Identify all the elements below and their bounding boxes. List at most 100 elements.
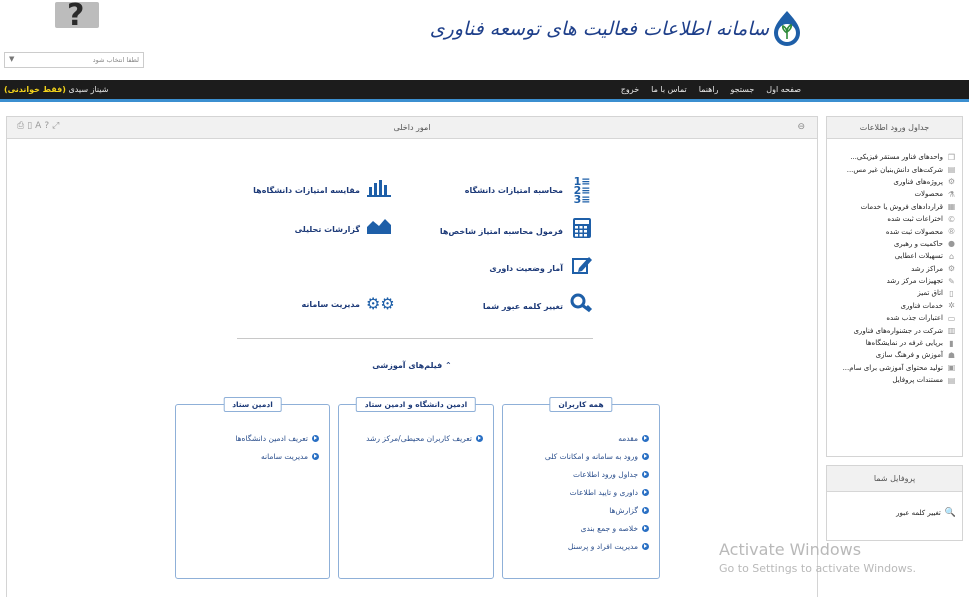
play-icon <box>642 434 649 442</box>
play-icon <box>642 488 649 496</box>
sidebar-item[interactable]: ❒ واحدهای فناور مستقر فیزیکی... <box>827 151 956 163</box>
help-icon[interactable]: ? <box>55 0 99 33</box>
sidebar-item[interactable]: ▦ قراردادهای فروش یا خدمات <box>827 201 956 213</box>
cube-icon: ❒ <box>947 152 956 162</box>
users-icon: ☗ <box>947 350 956 360</box>
edit-icon <box>569 255 595 281</box>
bank-icon: ⌂ <box>948 251 955 261</box>
sidebar-item[interactable]: ⚙ مراکز رشد <box>827 263 956 275</box>
sidebar-item[interactable]: ▣ تولید محتوای آموزشی برای سام... <box>827 362 956 374</box>
video-link[interactable]: خلاصه و جمع بندی <box>545 519 649 537</box>
book-icon: ▮ <box>949 338 954 348</box>
collapse-icon[interactable]: ⊖ <box>797 122 805 132</box>
group-title: ادمین دانشگاه و ادمین ستاد <box>355 397 477 412</box>
flask-icon: ⚗ <box>947 189 956 199</box>
sidebar-item[interactable]: ⌂ تسهیلات اعطایی <box>827 250 956 262</box>
print-icon[interactable]: ⎙ <box>17 121 27 131</box>
video-link[interactable]: جداول ورود اطلاعات <box>545 465 649 483</box>
review-stats-item[interactable]: آمار وضعیت داوری <box>489 255 595 281</box>
sidebar-item[interactable]: ✲ خدمات فناوری <box>827 300 956 312</box>
videos-heading[interactable]: ⌃ فیلم‌های آموزشی <box>337 361 487 370</box>
sidebar-item[interactable]: ▮ برپایی غرفه در نمایشگاه‌ها <box>827 337 956 349</box>
contract-icon: ▦ <box>947 202 956 212</box>
group-uni-admin: ادمین دانشگاه و ادمین ستاد تعریف کاربران… <box>338 397 494 579</box>
sidebar-item-label: مراکز رشد <box>911 264 943 273</box>
video-link[interactable]: تعریف ادمین دانشگاه‌ها <box>235 429 319 447</box>
nav-help[interactable]: راهنما <box>699 85 719 94</box>
gear-icon: ⚙ <box>947 177 956 187</box>
profile-panel: پروفایل شما 🔍 تغییر کلمه عبور <box>826 465 963 541</box>
nav-logout[interactable]: خروج <box>621 85 639 94</box>
sidebar-item[interactable]: ● حاکمیت و رهبری <box>827 238 956 250</box>
compare-scores-item[interactable]: مقایسه امتیازات دانشگاه‌ها <box>253 177 392 203</box>
sidebar-item[interactable]: ✎ تجهیزات مرکز رشد <box>827 275 956 287</box>
question-mark-glyph: ? <box>67 0 85 33</box>
sidebar-item-label: تولید محتوای آموزشی برای سام... <box>842 363 943 372</box>
change-password-link[interactable]: 🔍 تغییر کلمه عبور <box>827 492 962 518</box>
bar-chart-icon <box>366 177 392 203</box>
select-dropdown[interactable]: ▼ لطفا انتخاب شود <box>4 52 144 68</box>
sidebar-item[interactable]: ▭ اعتبارات جذب شده <box>827 312 956 324</box>
play-icon <box>312 452 319 460</box>
help-circle-icon[interactable]: ? <box>44 121 52 131</box>
video-links: تعریف ادمین دانشگاه‌ها مدیریت سامانه <box>235 429 319 465</box>
sidebar-item-label: اختراعات ثبت شده <box>887 215 943 224</box>
video-link[interactable]: ورود به سامانه و امکانات کلی <box>545 447 649 465</box>
reports-label: گزارشات تحلیلی <box>294 224 360 234</box>
link-label: مدیریت افراد و پرسنل <box>567 541 638 551</box>
link-label: تعریف ادمین دانشگاه‌ها <box>235 433 308 443</box>
chevron-down-icon: ▼ <box>9 55 15 63</box>
key-icon <box>569 293 595 319</box>
group-hq-admin: ادمین ستاد تعریف ادمین دانشگاه‌ها مدیریت… <box>175 397 330 579</box>
video-links: تعریف کاربران محیطی/مرکز رشد <box>366 429 483 447</box>
nav-search[interactable]: جستجو <box>730 85 754 94</box>
document-icon: ▤ <box>947 165 956 175</box>
sidebar-list: ❒ واحدهای فناور مستقر فیزیکی... ▤ شرکت‌های … <box>827 139 962 386</box>
film-icon: ▣ <box>947 363 956 373</box>
videos-title: فیلم‌های آموزشی <box>372 361 443 370</box>
system-admin-label: مدیریت سامانه <box>301 299 361 309</box>
expand-icon[interactable]: ⤢ <box>52 121 62 131</box>
calc-scores-item[interactable]: 1≡ 2≡ 3≡ محاسبه امتیازات دانشگاه <box>464 176 595 205</box>
select-placeholder: لطفا انتخاب شود <box>92 56 139 64</box>
sidebar-item[interactable]: ⚗ محصولات <box>827 188 956 200</box>
nav-home[interactable]: صفحه اول <box>766 85 801 94</box>
user-role: (فقط خواندنی) <box>4 85 66 94</box>
nav-contact[interactable]: تماس با ما <box>651 85 687 94</box>
profile-title: پروفایل شما <box>827 466 962 492</box>
video-link[interactable]: مدیریت افراد و پرسنل <box>545 537 649 555</box>
video-link[interactable]: تعریف کاربران محیطی/مرکز رشد <box>366 429 483 447</box>
video-link[interactable]: داوری و تایید اطلاعات <box>545 483 649 501</box>
video-link[interactable]: گزارش‌ها <box>545 501 649 519</box>
link-label: خلاصه و جمع بندی <box>580 523 638 533</box>
sidebar-item[interactable]: ® محصولات ثبت شده <box>827 225 956 237</box>
reports-item[interactable]: گزارشات تحلیلی <box>295 217 392 241</box>
user-name: شیناز سیدی <box>68 85 109 94</box>
system-admin-item[interactable]: ⚙⚙ مدیریت سامانه <box>301 293 395 315</box>
link-label: مقدمه <box>618 433 638 443</box>
sidebar-item-label: تسهیلات اعطایی <box>894 252 943 261</box>
key-icon: 🔍 <box>944 508 956 518</box>
link-label: جداول ورود اطلاعات <box>572 469 638 479</box>
play-icon <box>642 452 649 460</box>
sidebar-item-label: آموزش و فرهنگ سازی <box>875 351 943 360</box>
sidebar-item[interactable]: ☗ آموزش و فرهنگ سازی <box>827 349 956 361</box>
sidebar-item[interactable]: ▤ مستندات پروفایل <box>827 374 956 386</box>
change-password-item[interactable]: تغییر کلمه عبور شما <box>483 293 595 319</box>
formula-item[interactable]: فرمول محاسبه امتیاز شاخص‌ها <box>440 217 595 245</box>
wrench-icon: ✎ <box>948 276 955 286</box>
sidebar-item[interactable]: ▤ شرکت‌های دانش‌بنیان غیر مس... <box>827 163 956 175</box>
video-links: مقدمه ورود به سامانه و امکانات کلی جداول… <box>545 429 649 555</box>
area-chart-icon <box>366 217 392 241</box>
font-size-icon[interactable]: A <box>35 121 44 131</box>
pdf-icon[interactable]: ▯ <box>27 121 35 131</box>
calc-scores-label: محاسبه امتیازات دانشگاه <box>464 186 563 195</box>
sidebar-item[interactable]: © اختراعات ثبت شده <box>827 213 956 225</box>
sidebar-item[interactable]: ▥ شرکت در جشنواره‌های فناوری <box>827 324 956 336</box>
site-title: سامانه اطلاعات فعالیت های توسعه فناوری <box>429 18 769 40</box>
group-title: ادمین ستاد <box>223 397 282 412</box>
sidebar-item[interactable]: ▯ اتاق تمیز <box>827 287 956 299</box>
video-link[interactable]: مقدمه <box>545 429 649 447</box>
video-link[interactable]: مدیریت سامانه <box>235 447 319 465</box>
sidebar-item[interactable]: ⚙ پروژه‌های فناوری <box>827 176 956 188</box>
